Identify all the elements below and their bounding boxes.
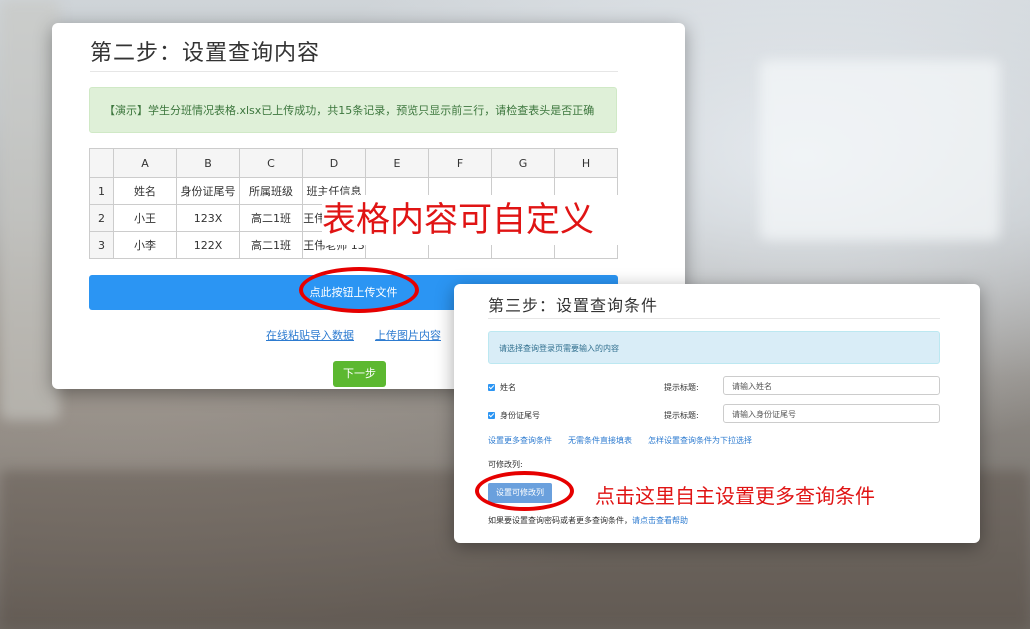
table-cell: 小李 bbox=[113, 231, 177, 259]
next-step-button[interactable]: 下一步 bbox=[333, 361, 386, 387]
dropdown-condition-link[interactable]: 怎样设置查询条件为下拉选择 bbox=[648, 435, 752, 446]
table-cell: 所属班级 bbox=[239, 177, 303, 205]
table-cell: 123X bbox=[176, 204, 240, 232]
column-header: G bbox=[491, 148, 555, 178]
title-divider bbox=[90, 71, 618, 72]
field-row: 身份证尾号 bbox=[488, 410, 540, 421]
highlight-ellipse bbox=[299, 267, 419, 313]
no-condition-link[interactable]: 无需条件直接填表 bbox=[568, 435, 632, 446]
corner-cell bbox=[89, 148, 114, 178]
field-row: 姓名 bbox=[488, 382, 516, 393]
column-header: B bbox=[176, 148, 240, 178]
help-link[interactable]: 请点击查看帮助 bbox=[632, 516, 688, 525]
more-conditions-link[interactable]: 设置更多查询条件 bbox=[488, 435, 552, 446]
name-checkbox[interactable] bbox=[488, 384, 495, 391]
row-number: 3 bbox=[89, 231, 114, 259]
upload-image-link[interactable]: 上传图片内容 bbox=[375, 327, 441, 343]
page-title: 第二步：设置查询内容 bbox=[90, 41, 321, 66]
id-suffix-checkbox[interactable] bbox=[488, 412, 495, 419]
customizable-content-annotation: 表格内容可自定义 bbox=[322, 195, 620, 245]
table-cell: 小王 bbox=[113, 204, 177, 232]
column-header: A bbox=[113, 148, 177, 178]
table-cell: 姓名 bbox=[113, 177, 177, 205]
help-text: 如果要设置查询密码或者更多查询条件，请点击查看帮助 bbox=[488, 515, 688, 526]
table-cell: 高二1班 bbox=[239, 204, 303, 232]
field-label: 姓名 bbox=[500, 383, 516, 392]
column-header: H bbox=[554, 148, 618, 178]
column-header: C bbox=[239, 148, 303, 178]
row-number: 1 bbox=[89, 177, 114, 205]
background-window bbox=[760, 60, 1000, 240]
editable-columns-label: 可修改列: bbox=[488, 460, 523, 469]
info-alert: 请选择查询登录页需要输入的内容 bbox=[488, 331, 940, 364]
hint-title-label: 提示标题: bbox=[664, 383, 699, 392]
name-hint-input[interactable]: 请输入姓名 bbox=[723, 376, 940, 395]
table-cell: 身份证尾号 bbox=[176, 177, 240, 205]
row-number: 2 bbox=[89, 204, 114, 232]
hint-title-label: 提示标题: bbox=[664, 411, 699, 420]
id-suffix-hint-input[interactable]: 请输入身份证尾号 bbox=[723, 404, 940, 423]
upload-success-alert: 【演示】学生分班情况表格.xlsx已上传成功，共15条记录，预览只显示前三行，请… bbox=[89, 87, 617, 133]
column-header: D bbox=[302, 148, 366, 178]
step3-panel: 第三步：设置查询条件 请选择查询登录页需要输入的内容 姓名 提示标题: 请输入姓… bbox=[454, 284, 980, 543]
column-header: E bbox=[365, 148, 429, 178]
column-header: F bbox=[428, 148, 492, 178]
more-conditions-annotation: 点击这里自主设置更多查询条件 bbox=[595, 484, 875, 508]
help-prefix: 如果要设置查询密码或者更多查询条件， bbox=[488, 516, 632, 525]
page-title: 第三步：设置查询条件 bbox=[488, 296, 659, 315]
column-header-row: A B C D E F G H bbox=[89, 148, 618, 178]
title-divider bbox=[488, 318, 940, 319]
paste-import-link[interactable]: 在线粘贴导入数据 bbox=[266, 327, 354, 343]
table-cell: 122X bbox=[176, 231, 240, 259]
background-wall bbox=[0, 0, 60, 420]
field-label: 身份证尾号 bbox=[500, 411, 540, 420]
highlight-ellipse bbox=[475, 471, 574, 511]
table-cell: 高二1班 bbox=[239, 231, 303, 259]
